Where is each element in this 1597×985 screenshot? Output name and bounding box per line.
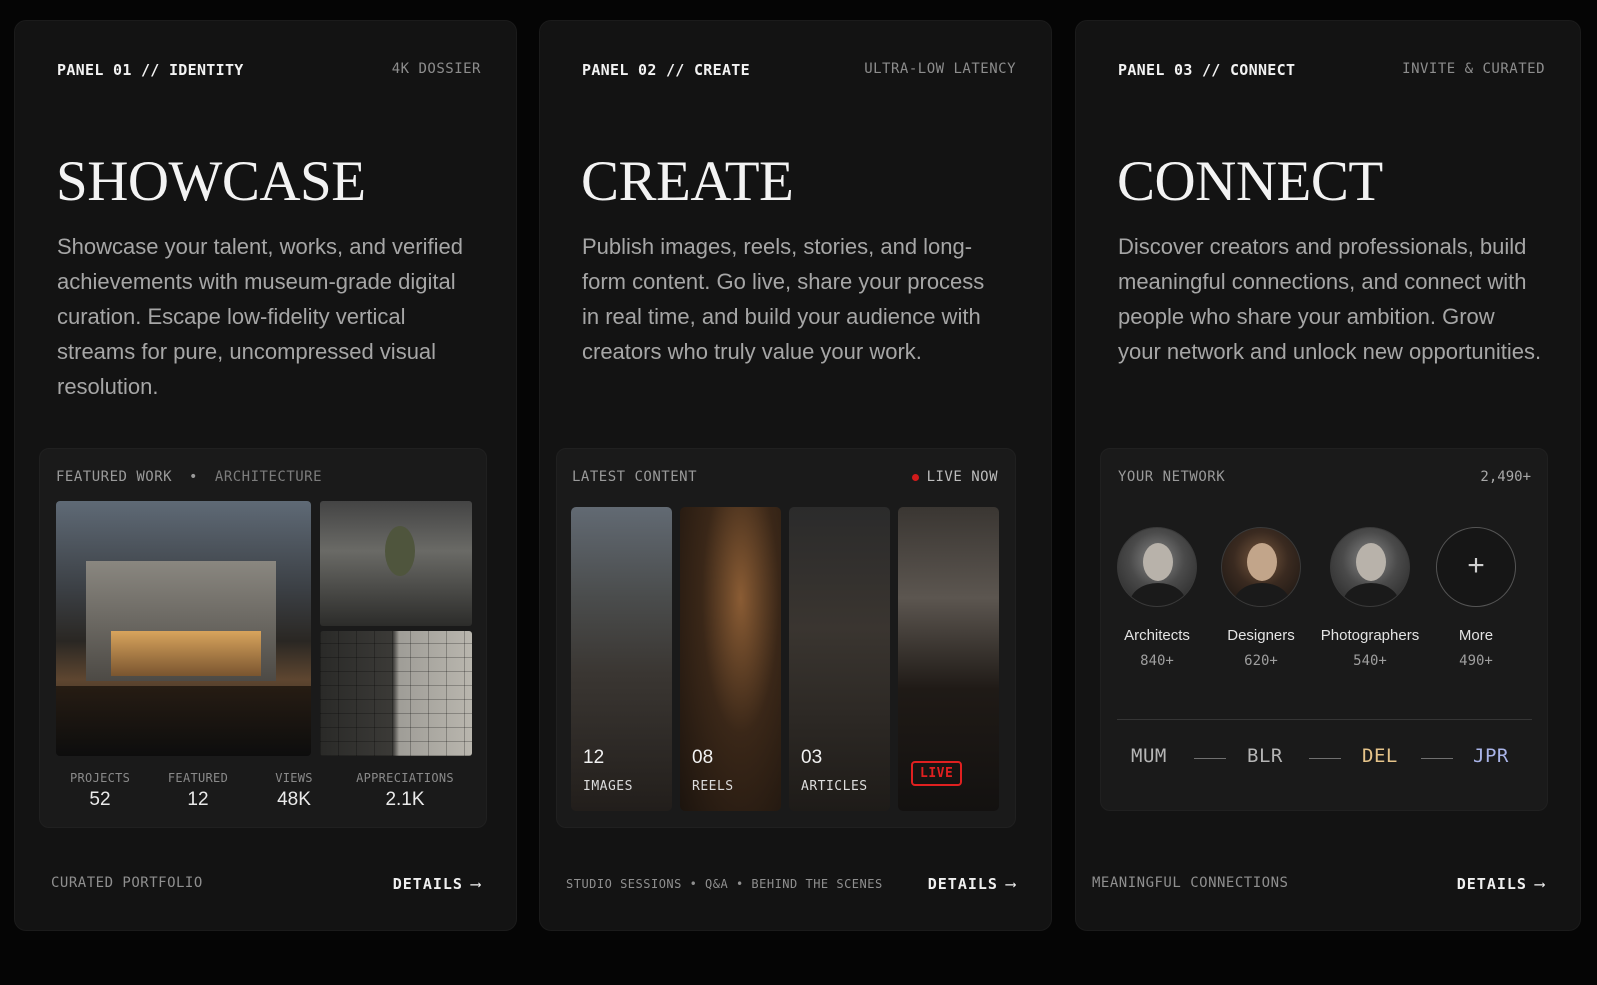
tile-count: 08 — [692, 747, 714, 768]
live-badge: LIVE — [911, 761, 963, 786]
panel-label: PANEL 02 // CREATE — [582, 61, 750, 79]
footer-label: STUDIO SESSIONS • Q&A • BEHIND THE SCENE… — [566, 877, 883, 891]
live-now-label: LIVE NOW — [926, 469, 998, 485]
content-tile-live[interactable]: LIVE — [898, 507, 999, 811]
details-label: DETAILS — [927, 875, 998, 893]
arrow-right-icon: ⟶ — [470, 875, 481, 893]
panel-showcase: PANEL 01 // IDENTITY 4K DOSSIER SHOWCASE… — [14, 20, 517, 931]
group-count: 840+ — [1140, 653, 1174, 669]
category-label: ARCHITECTURE — [214, 469, 323, 485]
footer-label: CURATED PORTFOLIO — [51, 875, 203, 891]
route-dash — [1194, 758, 1226, 759]
blueprint-image[interactable] — [320, 631, 472, 756]
panel-title: CREATE — [581, 150, 794, 213]
group-count: 490+ — [1459, 653, 1493, 669]
stat-featured: FEATURED 12 — [167, 771, 229, 810]
footer-label: MEANINGFUL CONNECTIONS — [1092, 875, 1289, 891]
city-del: DEL — [1362, 745, 1398, 767]
panel-description: Publish images, reels, stories, and long… — [582, 234, 985, 364]
arrow-right-icon: ⟶ — [1534, 875, 1545, 893]
network-group-designers[interactable]: Designers 620+ — [1206, 527, 1316, 669]
stat-views: VIEWS 48K — [275, 771, 313, 810]
city-blr: BLR — [1247, 745, 1283, 767]
panel-tag: ULTRA-LOW LATENCY — [864, 61, 1016, 77]
network-group-more[interactable]: + More 490+ — [1421, 527, 1531, 669]
tile-label: IMAGES — [583, 779, 633, 794]
avatar — [1330, 527, 1410, 607]
tile-count: 03 — [801, 747, 823, 768]
stat-projects: PROJECTS 52 — [70, 771, 131, 810]
courtyard-image[interactable] — [320, 501, 472, 626]
panel-title: SHOWCASE — [56, 150, 366, 213]
tile-label: ARTICLES — [801, 779, 868, 794]
live-dot-icon — [911, 473, 919, 481]
avatar — [1117, 527, 1197, 607]
details-label: DETAILS — [392, 875, 463, 893]
stat-appreciations: APPRECIATIONS 2.1K — [356, 771, 454, 810]
group-name: Architects — [1124, 627, 1190, 644]
panel-title: CONNECT — [1117, 150, 1383, 213]
live-now-indicator: LIVE NOW — [911, 469, 998, 485]
group-count: 620+ — [1244, 653, 1278, 669]
divider — [1117, 719, 1532, 720]
content-tile-reels[interactable]: 08 REELS — [680, 507, 781, 811]
tile-label: REELS — [692, 779, 734, 794]
your-network-card: YOUR NETWORK 2,490+ Architects 840+ Desi… — [1100, 448, 1548, 811]
city-route: MUM BLR DEL JPR — [1131, 745, 1521, 775]
panel-tag: 4K DOSSIER — [391, 61, 481, 77]
city-jpr: JPR — [1473, 745, 1509, 767]
group-count: 540+ — [1353, 653, 1387, 669]
latest-content-label: LATEST CONTENT — [572, 469, 698, 485]
content-tile-articles[interactable]: 03 ARTICLES — [789, 507, 890, 811]
panel-label: PANEL 03 // CONNECT — [1118, 61, 1296, 79]
details-link[interactable]: DETAILS ⟶ — [928, 875, 1016, 893]
your-network-label: YOUR NETWORK — [1118, 469, 1226, 485]
network-group-architects[interactable]: Architects 840+ — [1102, 527, 1212, 669]
group-name: Designers — [1227, 627, 1295, 644]
separator-dot: • — [189, 469, 198, 485]
panel-connect: PANEL 03 // CONNECT INVITE & CURATED CON… — [1075, 20, 1581, 931]
group-name: Photographers — [1320, 627, 1420, 644]
route-dash — [1421, 758, 1453, 759]
featured-work-label: FEATURED WORK — [56, 469, 173, 485]
details-link[interactable]: DETAILS ⟶ — [1457, 875, 1545, 893]
avatar — [1221, 527, 1301, 607]
arrow-right-icon: ⟶ — [1005, 875, 1016, 893]
featured-house-image[interactable] — [56, 501, 311, 756]
panel-create: PANEL 02 // CREATE ULTRA-LOW LATENCY CRE… — [539, 20, 1052, 931]
city-mum: MUM — [1131, 745, 1167, 767]
add-plus-icon[interactable]: + — [1436, 527, 1516, 607]
panel-description: Showcase your talent, works, and verifie… — [57, 234, 463, 399]
content-tile-images[interactable]: 12 IMAGES — [571, 507, 672, 811]
panel-description: Discover creators and professionals, bui… — [1118, 234, 1542, 364]
network-group-photographers[interactable]: Photographers 540+ — [1313, 527, 1427, 669]
latest-content-card: LATEST CONTENT LIVE NOW 12 IMAGES 08 REE… — [556, 448, 1016, 828]
tile-count: 12 — [583, 747, 605, 768]
details-link[interactable]: DETAILS ⟶ — [393, 875, 481, 893]
network-total: 2,490+ — [1480, 469, 1531, 485]
panel-label: PANEL 01 // IDENTITY — [57, 61, 244, 79]
featured-work-card: FEATURED WORK • ARCHITECTURE PROJECTS 52… — [39, 448, 487, 828]
panel-tag: INVITE & CURATED — [1402, 61, 1545, 77]
plus-glyph: + — [1467, 549, 1485, 582]
card-heading: FEATURED WORK • ARCHITECTURE — [56, 469, 322, 485]
group-name: More — [1458, 627, 1494, 644]
details-label: DETAILS — [1456, 875, 1527, 893]
route-dash — [1309, 758, 1341, 759]
